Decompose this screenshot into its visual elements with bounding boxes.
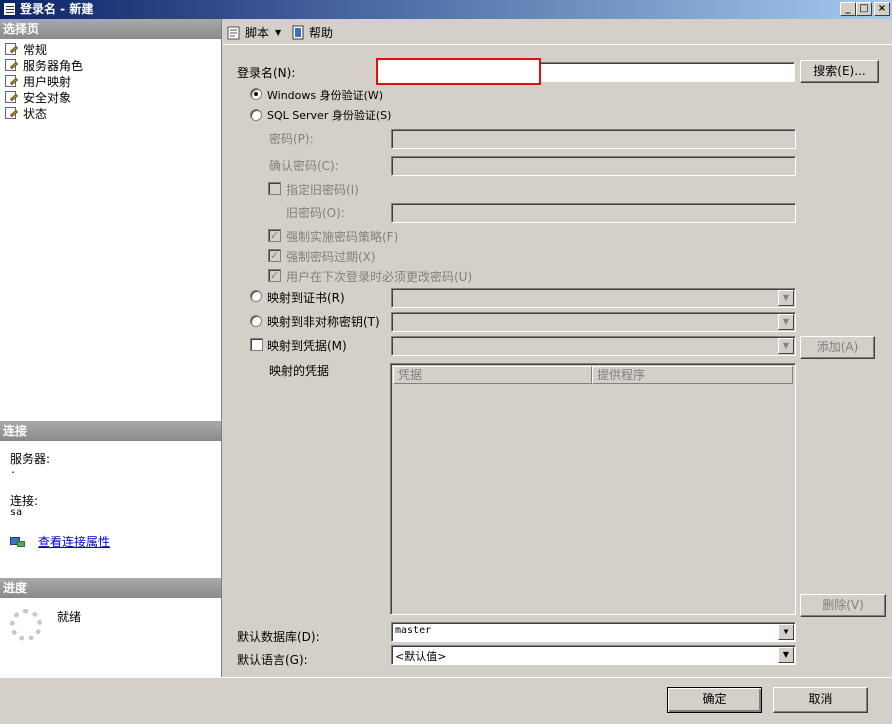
- chevron-down-icon: ▼: [778, 314, 794, 330]
- asymmetric-key-select[interactable]: ▼: [391, 312, 796, 332]
- windows-auth-radio[interactable]: [250, 88, 262, 100]
- nav-item-securables[interactable]: 安全对象: [4, 89, 71, 105]
- map-credential-checkbox[interactable]: [250, 338, 263, 351]
- sql-auth-label: SQL Server 身份验证(S): [267, 109, 392, 122]
- script-button[interactable]: 脚本 ▼: [226, 24, 281, 41]
- confirm-password-field[interactable]: [391, 156, 796, 176]
- confirm-password-label: 确认密码(C):: [269, 159, 339, 173]
- progress-header: 进度: [0, 578, 221, 598]
- nav-item-user-mapping[interactable]: 用户映射: [4, 73, 71, 89]
- window-title: 登录名 - 新建: [20, 2, 94, 16]
- password-field[interactable]: [391, 129, 796, 149]
- map-credential-label: 映射到凭据(M): [267, 339, 347, 353]
- default-language-select[interactable]: <默认值> ▼: [391, 645, 796, 665]
- add-button[interactable]: 添加(A): [800, 336, 875, 359]
- default-database-select[interactable]: master ▼: [391, 622, 796, 642]
- left-pane: 选择页 常规 服务器角色 用户映射 安全对象 状态 连接 服务器: . 连接: …: [0, 19, 222, 677]
- highlight-annotation: [376, 58, 541, 85]
- default-database-value: master: [395, 625, 432, 636]
- map-asymmetric-key-radio[interactable]: [250, 315, 262, 327]
- default-language-value: <默认值>: [395, 650, 447, 663]
- close-button[interactable]: ×: [874, 2, 890, 16]
- toolbar: 脚本 ▼ 帮助: [223, 19, 892, 45]
- specify-old-password-label: 指定旧密码(I): [286, 183, 359, 197]
- remove-button[interactable]: 删除(V): [800, 594, 886, 617]
- page-wrench-icon: [4, 106, 20, 120]
- general-page: 登录名(N): 搜索(E)... Windows 身份验证(W) SQL Ser…: [223, 46, 892, 677]
- help-button[interactable]: 帮助: [290, 24, 333, 41]
- page-wrench-icon: [4, 90, 20, 104]
- must-change-checkbox[interactable]: ✓: [268, 269, 281, 282]
- server-value: .: [10, 465, 17, 476]
- progress-status: 就绪: [57, 610, 82, 624]
- nav-item-general[interactable]: 常规: [4, 41, 47, 57]
- specify-old-password-checkbox[interactable]: [268, 182, 281, 195]
- default-language-label: 默认语言(G):: [237, 653, 308, 667]
- nav-label: 用户映射: [23, 74, 72, 89]
- title-bar: 登录名 - 新建 _ □ ×: [0, 0, 892, 19]
- minimize-button[interactable]: _: [840, 2, 856, 16]
- grid-header-provider[interactable]: 提供程序: [592, 366, 793, 384]
- old-password-field[interactable]: [391, 203, 796, 223]
- app-icon: [3, 2, 16, 16]
- nav-item-status[interactable]: 状态: [4, 105, 47, 121]
- chevron-down-icon: ▼: [778, 624, 794, 640]
- enforce-policy-label: 强制实施密码策略(F): [286, 230, 399, 244]
- dialog-footer: 确定 取消: [0, 677, 892, 724]
- progress-spinner-icon: [10, 609, 42, 641]
- view-connection-properties-link[interactable]: 查看连接属性: [38, 533, 110, 550]
- enforce-policy-checkbox[interactable]: ✓: [268, 229, 281, 242]
- map-certificate-radio[interactable]: [250, 290, 262, 302]
- chevron-down-icon: ▼: [275, 28, 282, 37]
- page-wrench-icon: [4, 42, 20, 56]
- must-change-label: 用户在下次登录时必须更改密码(U): [286, 270, 473, 284]
- nav-label: 服务器角色: [23, 58, 84, 73]
- map-certificate-label: 映射到证书(R): [267, 291, 345, 305]
- password-label: 密码(P):: [269, 132, 314, 146]
- enforce-expiration-label: 强制密码过期(X): [286, 250, 376, 264]
- connection-properties-icon: [10, 535, 26, 549]
- script-icon: [226, 25, 242, 41]
- sql-auth-radio[interactable]: [250, 109, 262, 121]
- certificate-select[interactable]: ▼: [391, 288, 796, 308]
- windows-auth-label: Windows 身份验证(W): [267, 89, 384, 102]
- connection-value: sa: [10, 507, 23, 518]
- page-wrench-icon: [4, 58, 20, 72]
- select-page-header: 选择页: [0, 19, 221, 39]
- help-label: 帮助: [309, 26, 334, 40]
- maximize-button[interactable]: □: [856, 2, 872, 16]
- ok-button[interactable]: 确定: [667, 687, 762, 713]
- mapped-credentials-grid[interactable]: 凭据 提供程序: [390, 363, 796, 615]
- map-asymmetric-key-label: 映射到非对称密钥(T): [267, 315, 380, 329]
- chevron-down-icon: ▼: [778, 647, 794, 663]
- nav-label: 安全对象: [23, 90, 72, 105]
- chevron-down-icon: ▼: [778, 290, 794, 306]
- connection-header: 连接: [0, 421, 221, 441]
- chevron-down-icon: ▼: [778, 338, 794, 354]
- default-database-label: 默认数据库(D):: [237, 630, 320, 644]
- nav-label: 常规: [23, 42, 48, 57]
- login-name-label: 登录名(N):: [237, 66, 296, 80]
- help-icon: [290, 25, 306, 41]
- old-password-label: 旧密码(O):: [286, 206, 345, 220]
- search-button[interactable]: 搜索(E)...: [800, 60, 879, 83]
- mapped-credentials-label: 映射的凭据: [269, 364, 330, 378]
- grid-header-credential[interactable]: 凭据: [393, 366, 592, 384]
- script-label: 脚本: [245, 26, 270, 40]
- nav-item-server-roles[interactable]: 服务器角色: [4, 57, 83, 73]
- enforce-expiration-checkbox[interactable]: ✓: [268, 249, 281, 262]
- credential-select[interactable]: ▼: [391, 336, 796, 356]
- nav-label: 状态: [23, 106, 48, 121]
- cancel-button[interactable]: 取消: [773, 687, 868, 713]
- page-wrench-icon: [4, 74, 20, 88]
